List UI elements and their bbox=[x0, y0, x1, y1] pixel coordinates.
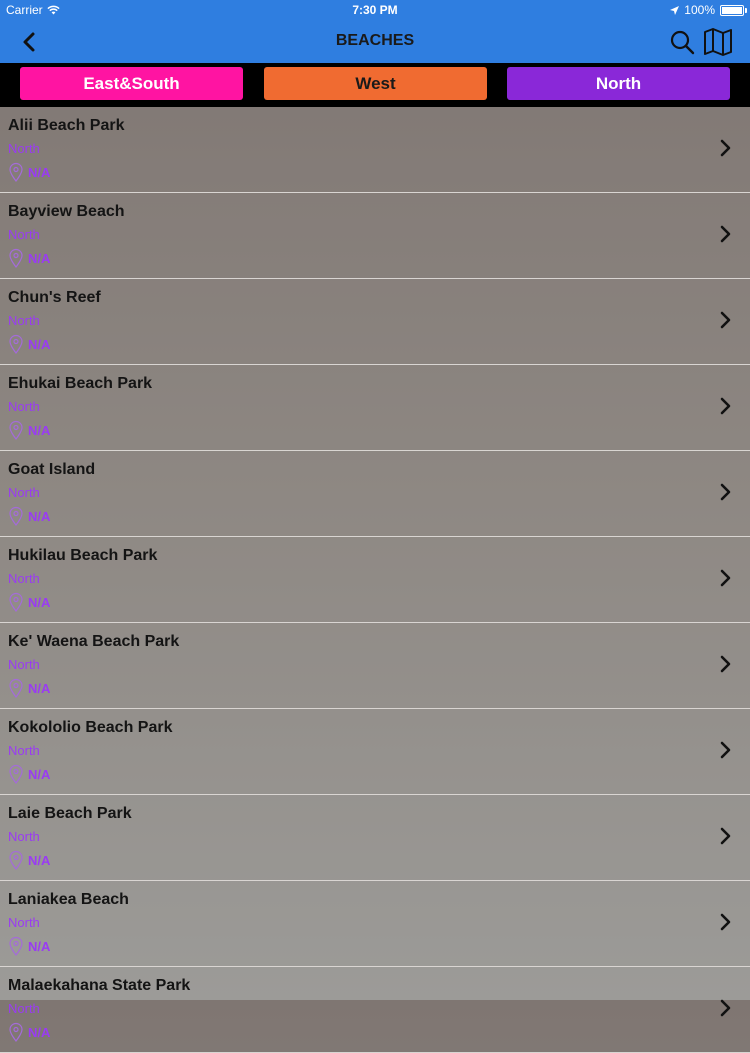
search-icon bbox=[670, 30, 695, 55]
list-item[interactable]: Laie Beach Park North N/A bbox=[0, 795, 750, 881]
list-item[interactable]: Malaekahana State Park North N/A bbox=[0, 967, 750, 1053]
beach-region: North bbox=[8, 915, 40, 930]
beach-name: Malaekahana State Park bbox=[8, 977, 191, 994]
list-item[interactable]: Hukilau Beach Park North N/A bbox=[0, 537, 750, 623]
beach-region: North bbox=[8, 485, 40, 500]
beach-region: North bbox=[8, 829, 40, 844]
status-bar: Carrier 7:30 PM 100% bbox=[0, 0, 750, 20]
location-text: N/A bbox=[28, 594, 51, 610]
beach-region: North bbox=[8, 657, 40, 672]
map-pin-icon bbox=[9, 248, 23, 268]
beach-name: Alii Beach Park bbox=[8, 117, 125, 134]
map-pin-icon bbox=[9, 764, 23, 784]
beach-region: North bbox=[8, 1001, 40, 1016]
beach-name: Kokololio Beach Park bbox=[8, 719, 173, 736]
map-pin-icon bbox=[9, 420, 23, 440]
beach-region: North bbox=[8, 743, 40, 758]
tab-west[interactable]: West bbox=[264, 67, 487, 100]
location-text: N/A bbox=[28, 508, 51, 524]
tab-east-south[interactable]: East&South bbox=[20, 67, 243, 100]
beach-name: Hukilau Beach Park bbox=[8, 547, 158, 564]
list-item[interactable]: Kokololio Beach Park North N/A bbox=[0, 709, 750, 795]
beach-location: N/A bbox=[8, 936, 50, 956]
list-item[interactable]: Bayview Beach North N/A bbox=[0, 193, 750, 279]
beach-location: N/A bbox=[8, 850, 50, 870]
list-item[interactable]: Laniakea Beach North N/A bbox=[0, 881, 750, 967]
map-button[interactable] bbox=[702, 27, 734, 57]
map-pin-icon bbox=[9, 592, 23, 612]
map-pin-icon bbox=[9, 334, 23, 354]
location-text: N/A bbox=[28, 164, 51, 180]
map-pin-icon bbox=[9, 1022, 23, 1042]
chevron-right-icon bbox=[720, 139, 731, 157]
beach-name: Bayview Beach bbox=[8, 203, 125, 220]
chevron-right-icon bbox=[720, 225, 731, 243]
map-pin-icon bbox=[9, 162, 23, 182]
navigation-bar: BEACHES bbox=[0, 20, 750, 63]
location-text: N/A bbox=[28, 1024, 51, 1040]
list-item[interactable]: Ke' Waena Beach Park North N/A bbox=[0, 623, 750, 709]
location-text: N/A bbox=[28, 766, 51, 782]
chevron-right-icon bbox=[720, 741, 731, 759]
chevron-right-icon bbox=[720, 655, 731, 673]
beach-location: N/A bbox=[8, 678, 50, 698]
tab-north[interactable]: North bbox=[507, 67, 730, 100]
list-item[interactable]: Goat Island North N/A bbox=[0, 451, 750, 537]
list-item[interactable]: Alii Beach Park North N/A bbox=[0, 107, 750, 193]
location-text: N/A bbox=[28, 680, 51, 696]
beach-location: N/A bbox=[8, 764, 50, 784]
search-button[interactable] bbox=[668, 28, 696, 56]
beach-list: Alii Beach Park North N/A Bayview Beach … bbox=[0, 107, 750, 1053]
battery-percent: 100% bbox=[684, 3, 715, 17]
beach-location: N/A bbox=[8, 162, 50, 182]
region-tab-bar: East&South West North bbox=[0, 63, 750, 107]
beach-location: N/A bbox=[8, 420, 50, 440]
chevron-right-icon bbox=[720, 827, 731, 845]
chevron-right-icon bbox=[720, 913, 731, 931]
chevron-right-icon bbox=[720, 483, 731, 501]
chevron-right-icon bbox=[720, 311, 731, 329]
location-text: N/A bbox=[28, 336, 51, 352]
beach-name: Laniakea Beach bbox=[8, 891, 129, 908]
beach-location: N/A bbox=[8, 1022, 50, 1042]
beach-region: North bbox=[8, 141, 40, 156]
beach-name: Ke' Waena Beach Park bbox=[8, 633, 180, 650]
chevron-right-icon bbox=[720, 569, 731, 587]
location-arrow-icon bbox=[670, 5, 680, 15]
map-pin-icon bbox=[9, 936, 23, 956]
beach-location: N/A bbox=[8, 506, 50, 526]
list-item[interactable]: Chun's Reef North N/A bbox=[0, 279, 750, 365]
chevron-right-icon bbox=[720, 397, 731, 415]
battery-icon bbox=[720, 4, 747, 16]
map-icon bbox=[704, 28, 732, 56]
beach-region: North bbox=[8, 571, 40, 586]
beach-location: N/A bbox=[8, 334, 50, 354]
list-item[interactable]: Ehukai Beach Park North N/A bbox=[0, 365, 750, 451]
status-right: 100% bbox=[670, 3, 747, 17]
location-text: N/A bbox=[28, 422, 51, 438]
map-pin-icon bbox=[9, 506, 23, 526]
beach-region: North bbox=[8, 399, 40, 414]
beach-name: Laie Beach Park bbox=[8, 805, 132, 822]
beach-name: Ehukai Beach Park bbox=[8, 375, 153, 392]
map-pin-icon bbox=[9, 850, 23, 870]
beach-location: N/A bbox=[8, 248, 50, 268]
location-text: N/A bbox=[28, 250, 51, 266]
beach-name: Goat Island bbox=[8, 461, 96, 478]
page-title: BEACHES bbox=[335, 32, 415, 49]
beach-location: N/A bbox=[8, 592, 50, 612]
location-text: N/A bbox=[28, 938, 51, 954]
beach-name: Chun's Reef bbox=[8, 289, 101, 306]
location-text: N/A bbox=[28, 852, 51, 868]
chevron-right-icon bbox=[720, 999, 731, 1017]
beach-region: North bbox=[8, 313, 40, 328]
status-time: 7:30 PM bbox=[352, 3, 398, 17]
beach-region: North bbox=[8, 227, 40, 242]
map-pin-icon bbox=[9, 678, 23, 698]
